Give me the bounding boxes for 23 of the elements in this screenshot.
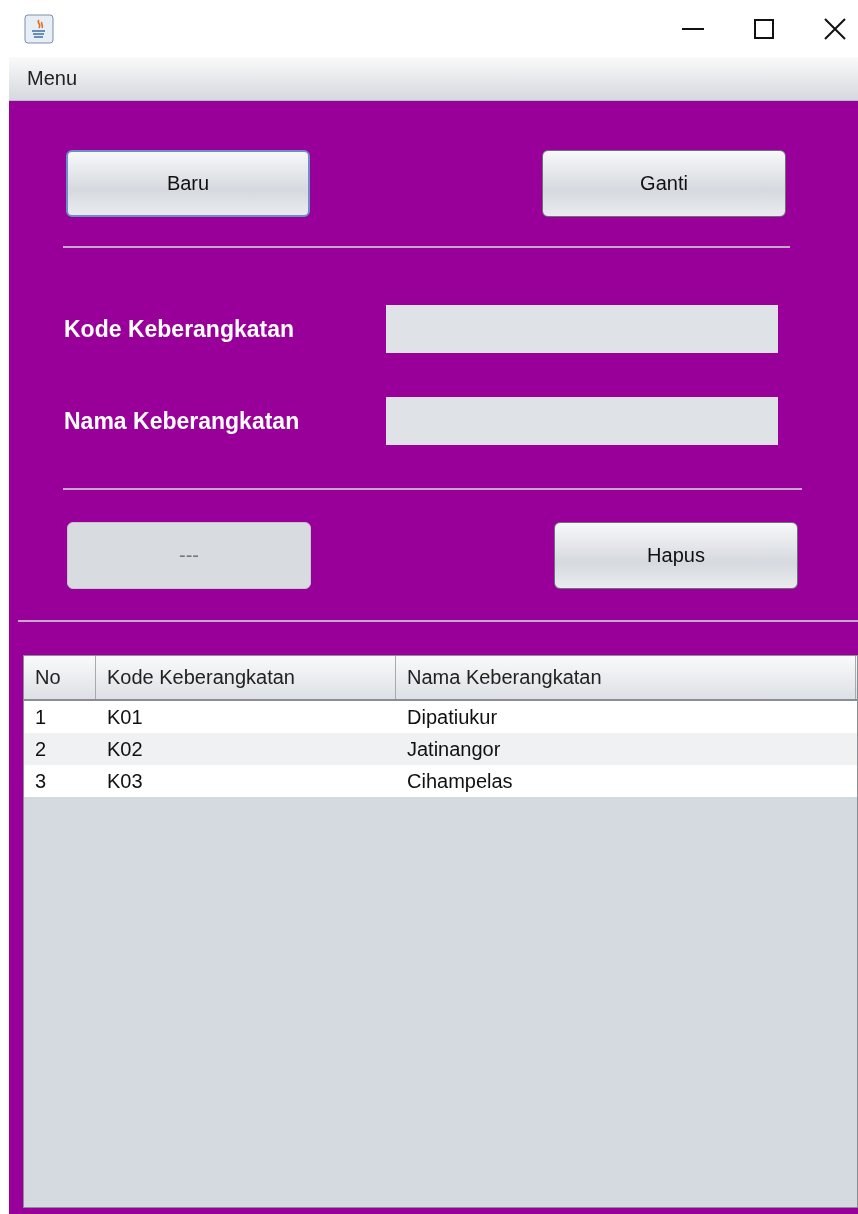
- maximize-icon[interactable]: [754, 18, 774, 39]
- action-button[interactable]: Baru: [66, 150, 310, 217]
- field-label: Kode Keberangkatan: [64, 315, 296, 343]
- table-cell-text: 1: [34, 704, 48, 730]
- column-header[interactable]: Kode Keberangkatan: [96, 656, 396, 699]
- table-cell-text: Jatinangor: [406, 736, 502, 762]
- column-header[interactable]: No: [24, 656, 96, 699]
- input-field[interactable]: [386, 305, 778, 353]
- action-button[interactable]: Ganti: [542, 150, 786, 217]
- java-app-icon: [24, 13, 54, 44]
- column-header[interactable]: Nama Keberangkatan: [396, 656, 856, 699]
- field-label: Nama Keberangkatan: [64, 407, 301, 435]
- table-cell-text: K02: [106, 736, 144, 762]
- table-cell-text: 3: [34, 768, 48, 794]
- action-button[interactable]: Hapus: [554, 522, 798, 589]
- table-cell-text: Cihampelas: [406, 768, 514, 794]
- close-icon[interactable]: [824, 17, 846, 40]
- table-cell-text: K01: [106, 704, 144, 730]
- table-cell-text: 2: [34, 736, 48, 762]
- table-cell-text: Dipatiukur: [406, 704, 499, 730]
- table-cell-text: K03: [106, 768, 144, 794]
- input-field[interactable]: [386, 397, 778, 445]
- menu-item[interactable]: Menu: [27, 67, 78, 90]
